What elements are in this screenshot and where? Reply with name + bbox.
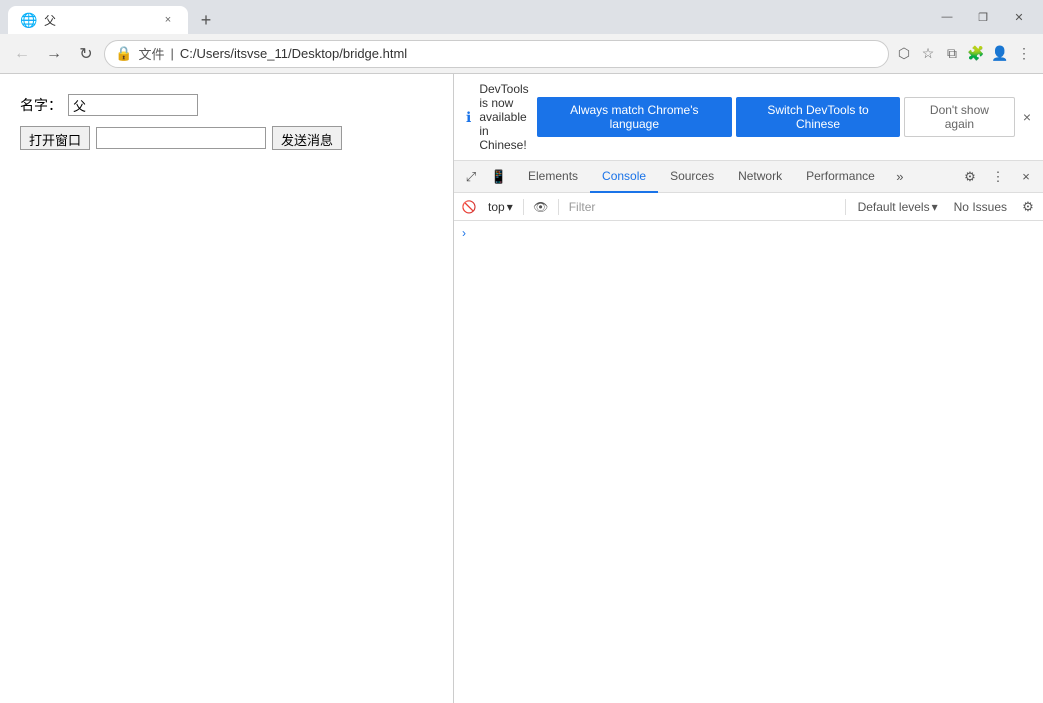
nav-extras: ⬡ ☆ ⧉ 🧩 👤 ⋮ [893,43,1035,65]
default-levels-selector[interactable]: Default levels ▾ [852,198,944,216]
devtools-more-options-button[interactable]: ⋮ [985,164,1011,190]
notification-close-icon[interactable]: × [1023,109,1031,125]
profile-button[interactable]: 👤 [989,43,1011,65]
toolbar-separator-2 [558,199,559,215]
maximize-button[interactable]: ❐ [967,6,999,28]
tab-sources[interactable]: Sources [658,161,726,193]
device-toolbar-button[interactable]: 📱 [486,164,512,190]
switch-devtools-button[interactable]: Switch DevTools to Chinese [736,97,900,137]
refresh-button[interactable]: ↻ [72,40,100,68]
close-button[interactable]: ✕ [1003,6,1035,28]
console-filter-input[interactable] [565,196,839,218]
devtools-panel: ℹ DevTools is now available in Chinese! … [453,74,1043,703]
menu-button[interactable]: ⋮ [1013,43,1035,65]
tab-bar: 🌐 父 × + [8,0,919,34]
secure-icon: 🔒 [115,45,132,62]
address-url: C:/Users/itsvse_11/Desktop/bridge.html [180,46,878,61]
devtools-tab-right-buttons: ⚙ ⋮ × [957,164,1039,190]
tab-close-button[interactable]: × [160,12,176,28]
extensions-button[interactable]: 🧩 [965,43,987,65]
name-row: 名字： [20,94,433,116]
context-label: top [488,200,505,214]
console-toolbar: 🚫 top ▾ 👁 Default levels ▾ No Issues ⚙ [454,193,1043,221]
context-selector[interactable]: top ▾ [484,198,517,216]
open-window-button[interactable]: 打开窗口 [20,126,90,150]
main-area: 名字： 打开窗口 发送消息 ℹ DevTools is now availabl… [0,74,1043,703]
address-bar[interactable]: 🔒 文件 | C:/Users/itsvse_11/Desktop/bridge… [104,40,889,68]
devtools-close-button[interactable]: × [1013,164,1039,190]
split-icon[interactable]: ⧉ [941,43,963,65]
tab-performance[interactable]: Performance [794,161,887,193]
back-button[interactable]: ← [8,40,36,68]
cast-icon[interactable]: ⬡ [893,43,915,65]
dismiss-button[interactable]: Don't show again [904,97,1015,137]
console-content: › [454,221,1043,703]
notification-info-icon: ℹ [466,109,471,126]
eye-button[interactable]: 👁 [530,196,552,218]
default-levels-label: Default levels [858,200,930,214]
tab-title: 父 [44,12,152,29]
navigation-bar: ← → ↻ 🔒 文件 | C:/Users/itsvse_11/Desktop/… [0,34,1043,74]
browser-window: 🌐 父 × + — ❐ ✕ ← → ↻ 🔒 文件 | C:/Users/itsv… [0,0,1043,703]
page-form: 名字： 打开窗口 发送消息 [20,94,433,150]
match-language-button[interactable]: Always match Chrome's language [537,97,732,137]
name-label: 名字： [20,95,62,115]
default-levels-icon: ▾ [932,200,938,214]
devtools-settings-button[interactable]: ⚙ [957,164,983,190]
title-bar: 🌐 父 × + — ❐ ✕ [0,0,1043,34]
devtools-tabs: ⤢ 📱 Elements Console Sources Network Per… [454,161,1043,193]
bookmark-button[interactable]: ☆ [917,43,939,65]
clear-console-button[interactable]: 🚫 [458,196,480,218]
new-tab-button[interactable]: + [192,6,220,34]
console-prompt-arrow[interactable]: › [454,224,474,242]
console-settings-button[interactable]: ⚙ [1017,196,1039,218]
message-input[interactable] [96,127,266,149]
notification-text: DevTools is now available in Chinese! [479,82,528,152]
inspect-element-button[interactable]: ⤢ [458,164,484,190]
browser-tab[interactable]: 🌐 父 × [8,6,188,34]
tab-favicon: 🌐 [20,12,36,28]
tab-network[interactable]: Network [726,161,794,193]
context-dropdown-icon: ▾ [507,200,513,214]
window-controls: — ❐ ✕ [931,6,1035,28]
more-tabs-button[interactable]: » [887,164,913,190]
toolbar-separator-3 [845,199,846,215]
page-content: 名字： 打开窗口 发送消息 [0,74,453,703]
no-issues-badge: No Issues [948,198,1013,216]
send-message-button[interactable]: 发送消息 [272,126,342,150]
devtools-tab-left-buttons: ⤢ 📱 [458,164,512,190]
tab-elements[interactable]: Elements [516,161,590,193]
minimize-button[interactable]: — [931,6,963,28]
toolbar-separator [523,199,524,215]
address-label: 文件 [138,44,164,63]
tab-console[interactable]: Console [590,161,658,193]
message-row: 打开窗口 发送消息 [20,126,433,150]
devtools-notification: ℹ DevTools is now available in Chinese! … [454,74,1043,161]
notification-buttons: Always match Chrome's language Switch De… [537,97,1015,137]
forward-button[interactable]: → [40,40,68,68]
name-input[interactable] [68,94,198,116]
